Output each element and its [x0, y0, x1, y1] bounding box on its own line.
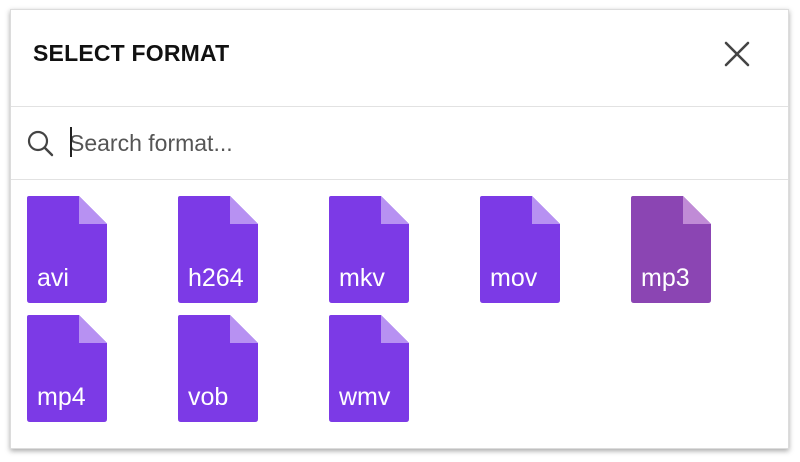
close-icon — [724, 41, 750, 67]
format-item-vob[interactable]: vob — [178, 315, 258, 422]
format-label: vob — [188, 383, 229, 411]
select-format-dialog: SELECT FORMAT avi h264 mkv mov mp3 mp4 vob wmv — [10, 9, 789, 449]
format-label: wmv — [339, 383, 391, 411]
format-item-wmv[interactable]: wmv — [329, 315, 409, 422]
format-item-mov[interactable]: mov — [480, 196, 560, 303]
dialog-header: SELECT FORMAT — [11, 10, 788, 107]
format-item-avi[interactable]: avi — [27, 196, 107, 303]
format-label: mp3 — [641, 264, 690, 292]
close-button[interactable] — [717, 36, 757, 76]
format-item-h264[interactable]: h264 — [178, 196, 258, 303]
format-item-mkv[interactable]: mkv — [329, 196, 409, 303]
search-bar — [11, 107, 788, 180]
format-item-mp3[interactable]: mp3 — [631, 196, 711, 303]
format-label: mkv — [339, 264, 385, 292]
format-label: mp4 — [37, 383, 86, 411]
format-label: h264 — [188, 264, 244, 292]
dialog-title: SELECT FORMAT — [33, 40, 230, 66]
format-item-mp4[interactable]: mp4 — [27, 315, 107, 422]
format-label: mov — [490, 264, 538, 292]
search-input[interactable] — [69, 124, 749, 162]
text-caret — [70, 127, 72, 157]
search-icon — [27, 130, 54, 157]
format-label: avi — [37, 264, 69, 292]
